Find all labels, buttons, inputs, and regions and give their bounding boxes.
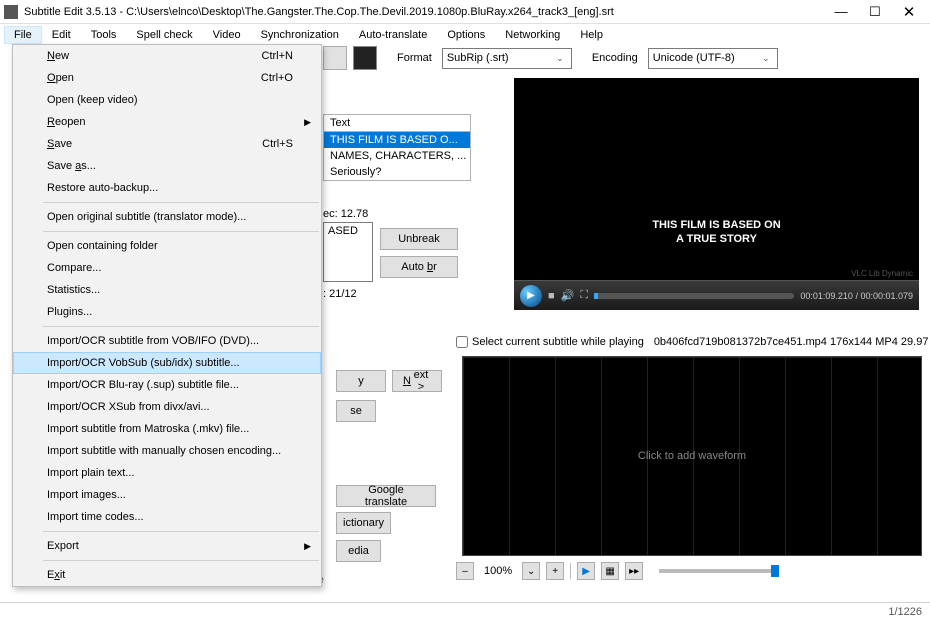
google-translate-button[interactable]: Google translate	[336, 485, 436, 507]
nav-button-1[interactable]: y	[336, 370, 386, 392]
menuitem-save-as[interactable]: Save as...	[13, 155, 321, 177]
menu-tools[interactable]: Tools	[81, 26, 127, 44]
menu-autotranslate[interactable]: Auto-translate	[349, 26, 437, 44]
play-selection-icon[interactable]: ▶	[577, 562, 595, 580]
list-header-text[interactable]: Text	[323, 114, 471, 132]
select-while-playing-row: Select current subtitle while playing 0b…	[456, 336, 928, 348]
list-item[interactable]: THIS FILM IS BASED O...	[324, 132, 470, 148]
format-combo[interactable]: SubRip (.srt) ⌄	[442, 48, 572, 69]
waveform-view-icon[interactable]: ▦	[601, 562, 619, 580]
menu-help[interactable]: Help	[570, 26, 613, 44]
player-controls: ▶ ■ 🔊 ⛶ 00:01:09.210 / 00:00:01.079	[514, 280, 919, 310]
toolbar-button-1[interactable]	[323, 46, 347, 70]
menuitem-open[interactable]: OpenCtrl+O	[13, 67, 321, 89]
chevron-down-icon: ⌄	[553, 53, 567, 64]
zoom-out-icon[interactable]: –	[456, 562, 474, 580]
player-time: 00:01:09.210 / 00:00:01.079	[800, 291, 913, 301]
play-button[interactable]: ▶	[520, 285, 542, 307]
menuitem-save[interactable]: SaveCtrl+S	[13, 133, 321, 155]
subtitle-textbox[interactable]: ASED	[323, 222, 373, 282]
menu-networking[interactable]: Networking	[495, 26, 570, 44]
format-label: Format	[393, 52, 436, 64]
menuitem-import-ocr-blu-ray-sup-subtitle-file[interactable]: Import/OCR Blu-ray (.sup) subtitle file.…	[13, 374, 321, 396]
fast-forward-icon[interactable]: ▸▸	[625, 562, 643, 580]
menuitem-reopen[interactable]: Reopen▶	[13, 111, 321, 133]
format-value: SubRip (.srt)	[447, 52, 553, 64]
duration-info: ec: 12.78	[323, 208, 368, 220]
minimize-button[interactable]: —	[824, 1, 858, 23]
dictionary-button[interactable]: ictionary	[336, 512, 391, 534]
menuitem-import-ocr-subtitle-from-vob-ifo-dvd[interactable]: Import/OCR subtitle from VOB/IFO (DVD)..…	[13, 330, 321, 352]
zoom-in-icon[interactable]: +	[546, 562, 564, 580]
video-file-info: 0b406fcd719b081372b7ce451.mp4 176x144 MP…	[654, 336, 929, 348]
menu-spellcheck[interactable]: Spell check	[126, 26, 202, 44]
volume-icon[interactable]: 🔊	[561, 289, 575, 302]
chars-info: : 21/12	[323, 288, 357, 300]
menuitem-statistics[interactable]: Statistics...	[13, 279, 321, 301]
statusbar: 1/1226	[0, 602, 930, 620]
window-title: Subtitle Edit 3.5.13 - C:\Users\elnco\De…	[24, 6, 824, 18]
waveform-placeholder: Click to add waveform	[638, 450, 746, 462]
menuitem-plugins[interactable]: Plugins...	[13, 301, 321, 323]
menuitem-import-subtitle-from-matroska-mkv-file[interactable]: Import subtitle from Matroska (.mkv) fil…	[13, 418, 321, 440]
media-button[interactable]: edia	[336, 540, 381, 562]
stop-icon[interactable]: ■	[548, 290, 555, 302]
menuitem-import-images[interactable]: Import images...	[13, 484, 321, 506]
select-while-playing-label: Select current subtitle while playing	[472, 336, 644, 348]
menuitem-open-original-subtitle-translator-mode[interactable]: Open original subtitle (translator mode)…	[13, 206, 321, 228]
encoding-combo[interactable]: Unicode (UTF-8) ⌄	[648, 48, 778, 69]
menuitem-import-time-codes[interactable]: Import time codes...	[13, 506, 321, 528]
list-item[interactable]: NAMES, CHARACTERS, ...	[324, 148, 470, 164]
menuitem-export[interactable]: Export▶	[13, 535, 321, 557]
status-position: 1/1226	[888, 606, 922, 618]
menu-video[interactable]: Video	[203, 26, 251, 44]
toolbar-button-clapper[interactable]	[353, 46, 377, 70]
menuitem-compare[interactable]: Compare...	[13, 257, 321, 279]
menuitem-new[interactable]: NewCtrl+N	[13, 45, 321, 67]
video-subtitle-overlay: THIS FILM IS BASED ON A TRUE STORY	[514, 218, 919, 247]
encoding-label: Encoding	[588, 52, 642, 64]
file-dropdown: NewCtrl+NOpenCtrl+OOpen (keep video)Reop…	[12, 44, 322, 587]
chevron-down-icon: ⌄	[759, 53, 773, 64]
unbreak-button[interactable]: Unbreak	[380, 228, 458, 250]
nav-button-2[interactable]: se	[336, 400, 376, 422]
waveform-panel[interactable]: Click to add waveform	[462, 356, 922, 556]
menuitem-import-ocr-xsub-from-divx-avi[interactable]: Import/OCR XSub from divx/avi...	[13, 396, 321, 418]
menuitem-import-plain-text[interactable]: Import plain text...	[13, 462, 321, 484]
titlebar: Subtitle Edit 3.5.13 - C:\Users\elnco\De…	[0, 0, 930, 24]
maximize-button[interactable]: ☐	[858, 1, 892, 23]
autobr-button[interactable]: Auto br	[380, 256, 458, 278]
fullscreen-icon[interactable]: ⛶	[580, 289, 588, 302]
list-item[interactable]: Seriously?	[324, 164, 470, 180]
close-button[interactable]: ✕	[892, 1, 926, 23]
subtitle-list: Text THIS FILM IS BASED O...NAMES, CHARA…	[323, 114, 471, 181]
menubar: File Edit Tools Spell check Video Synchr…	[0, 24, 930, 46]
menuitem-import-ocr-vobsub-sub-idx-subtitle[interactable]: Import/OCR VobSub (sub/idx) subtitle...	[13, 352, 321, 374]
progress-bar[interactable]	[594, 293, 794, 299]
menu-sync[interactable]: Synchronization	[251, 26, 349, 44]
player-brand: VLC Lib Dynamic	[851, 269, 913, 278]
select-while-playing-checkbox[interactable]	[456, 336, 468, 348]
app-icon	[4, 5, 18, 19]
zoom-level: 100%	[480, 565, 516, 577]
menuitem-restore-auto-backup[interactable]: Restore auto-backup...	[13, 177, 321, 199]
toolbar-right: Format SubRip (.srt) ⌄ Encoding Unicode …	[323, 46, 778, 70]
menu-options[interactable]: Options	[437, 26, 495, 44]
menuitem-exit[interactable]: Exit	[13, 564, 321, 586]
menu-edit[interactable]: Edit	[42, 26, 81, 44]
menuitem-open-keep-video[interactable]: Open (keep video)	[13, 89, 321, 111]
menuitem-open-containing-folder[interactable]: Open containing folder	[13, 235, 321, 257]
next-button[interactable]: Next >	[392, 370, 442, 392]
zoom-dropdown-icon[interactable]: ⌄	[522, 562, 540, 580]
waveform-toolbar: – 100% ⌄ + ▶ ▦ ▸▸	[456, 562, 779, 580]
video-player: THIS FILM IS BASED ON A TRUE STORY VLC L…	[514, 78, 919, 310]
menu-file[interactable]: File	[4, 26, 42, 44]
menuitem-import-subtitle-with-manually-chosen-encoding[interactable]: Import subtitle with manually chosen enc…	[13, 440, 321, 462]
encoding-value: Unicode (UTF-8)	[653, 52, 759, 64]
waveform-slider[interactable]	[659, 569, 779, 573]
